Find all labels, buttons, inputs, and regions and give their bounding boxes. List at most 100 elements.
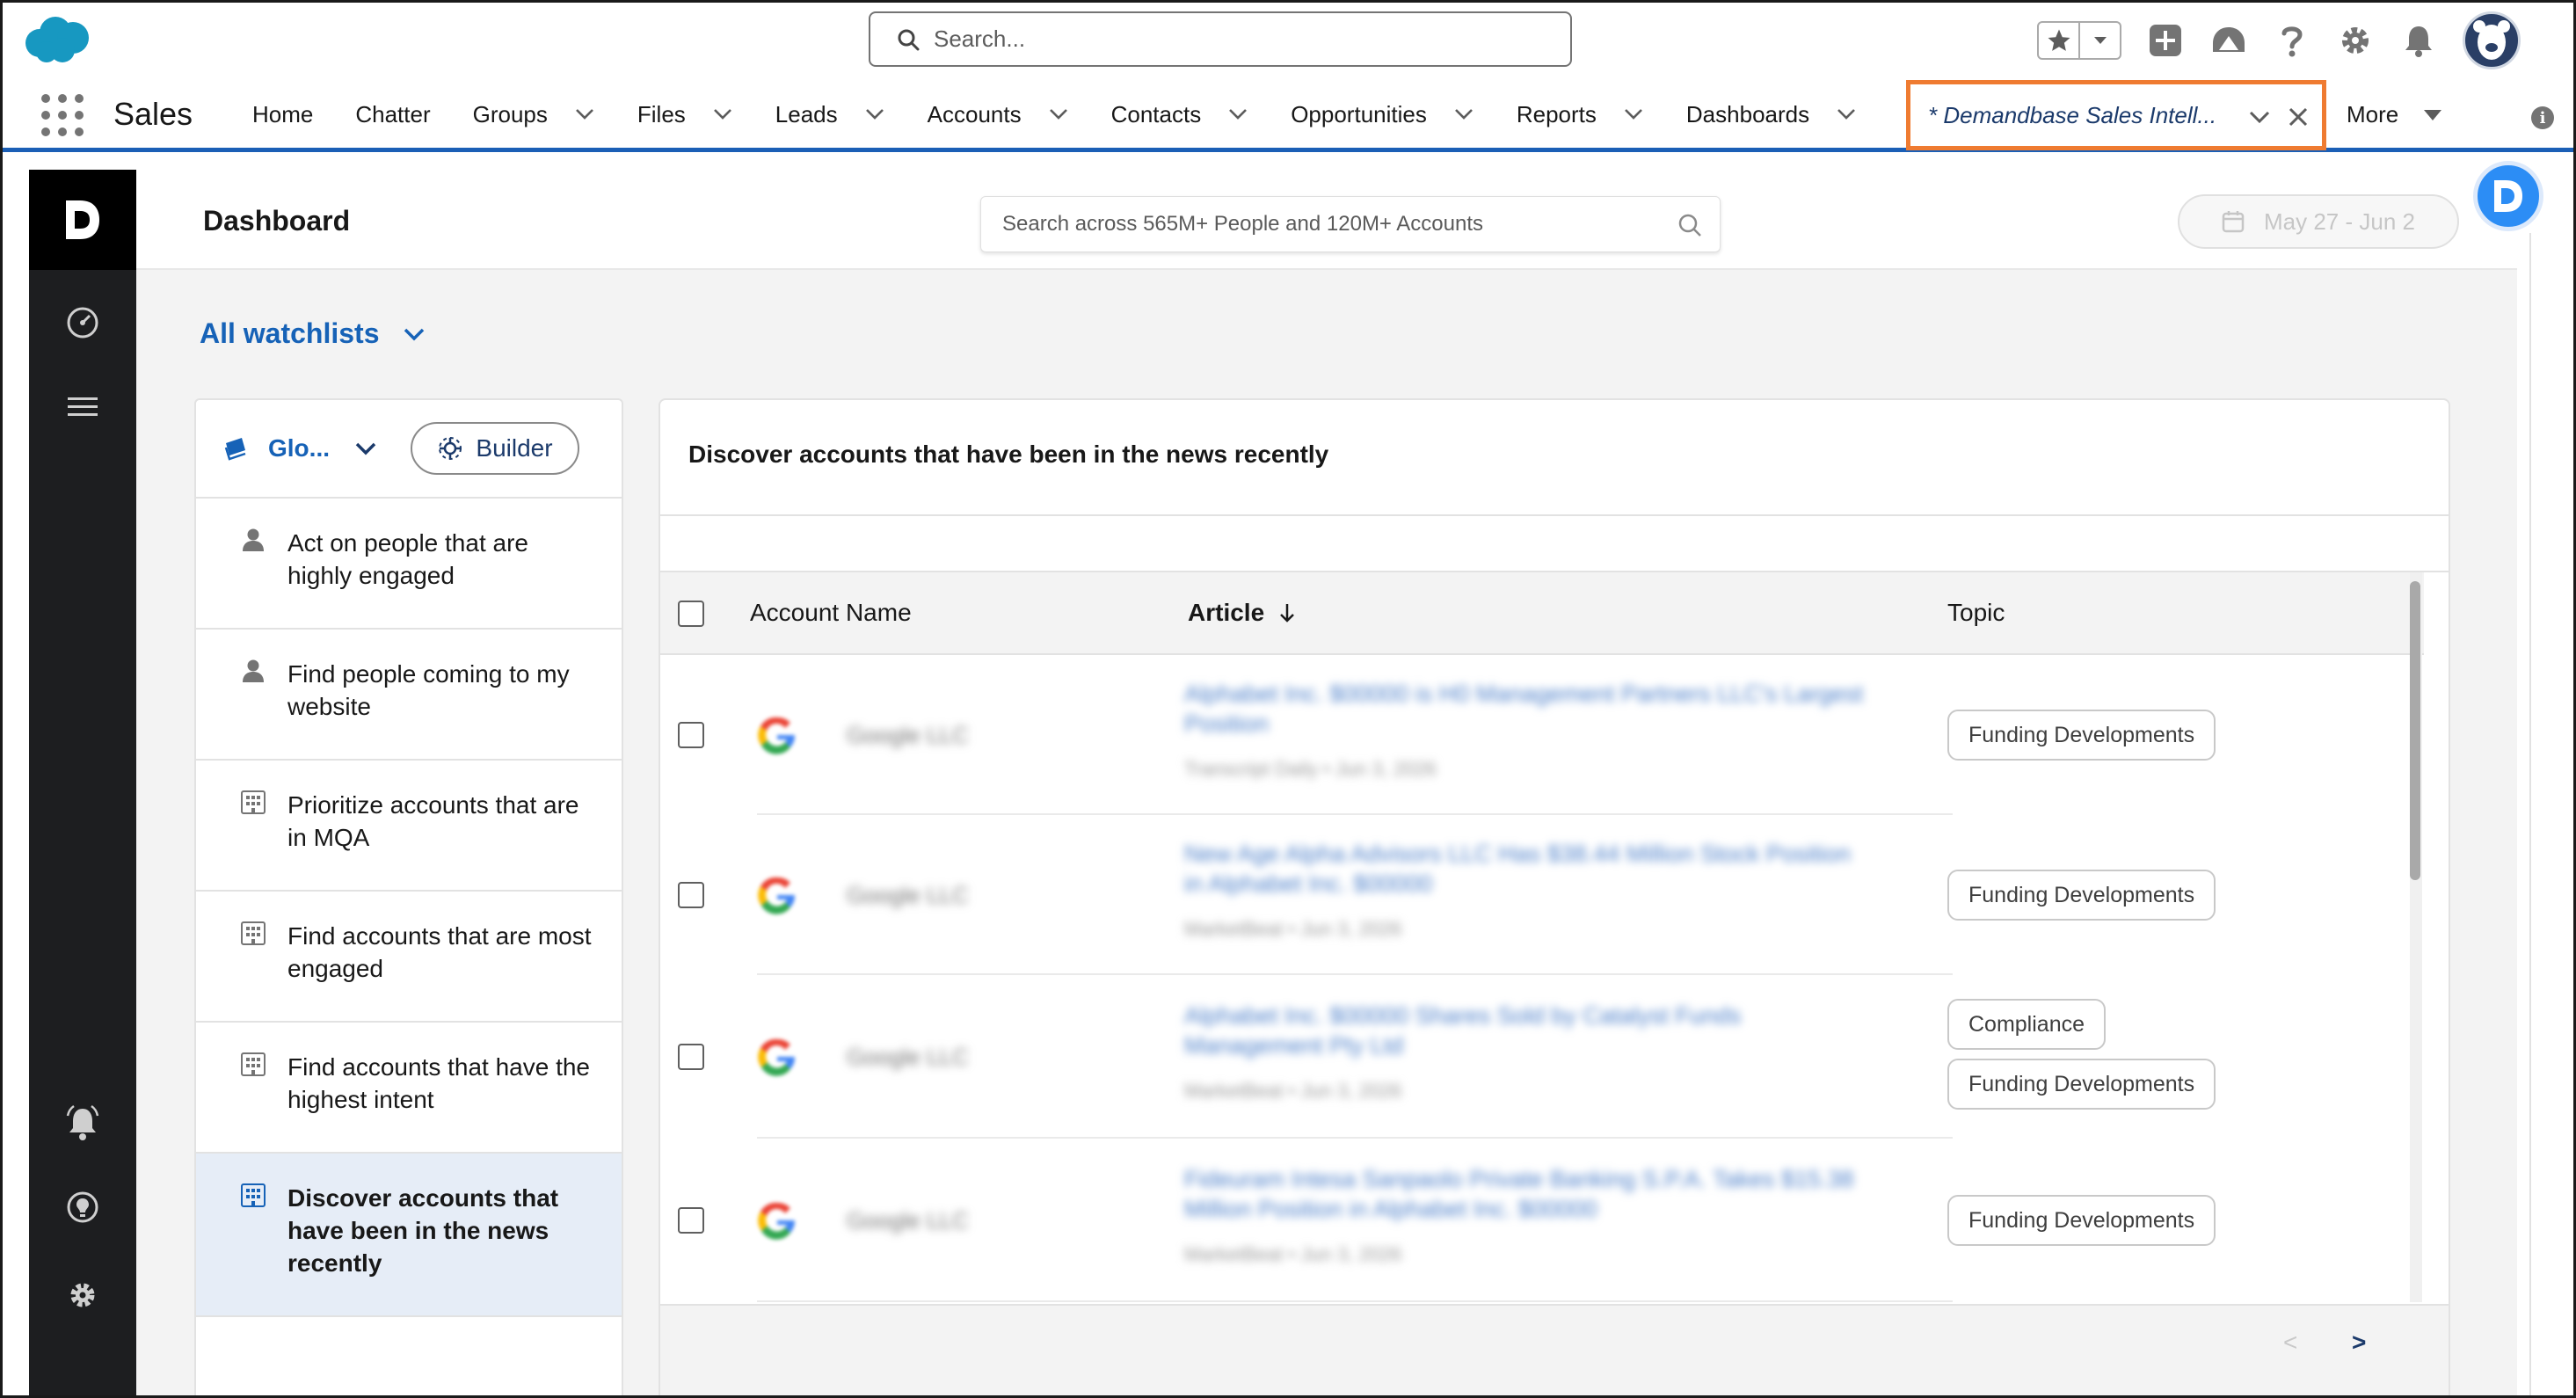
row-checkbox[interactable] xyxy=(678,882,704,908)
watchlists-dropdown[interactable]: All watchlists xyxy=(200,317,426,350)
app-launcher-grid-icon[interactable] xyxy=(41,94,84,136)
insights-bulb-icon[interactable] xyxy=(65,1190,100,1225)
nav-more-menu[interactable]: More xyxy=(2347,101,2442,128)
tab-demandbase-sales-intelligence[interactable]: * Demandbase Sales Intell... xyxy=(1906,80,2326,150)
notifications-bell-icon[interactable] xyxy=(2399,21,2438,60)
chevron-down-icon[interactable] xyxy=(1048,107,1069,121)
account-name[interactable]: Google LLC xyxy=(847,882,969,909)
article-source-meta: MarketBeat • Jun 3, 2026 xyxy=(1184,1080,1402,1102)
nav-item-files[interactable]: Files xyxy=(637,101,733,128)
topic-badge[interactable]: Compliance xyxy=(1947,999,2107,1050)
chevron-down-icon[interactable] xyxy=(712,107,733,121)
user-avatar[interactable] xyxy=(2463,11,2521,69)
menu-icon[interactable] xyxy=(65,390,100,425)
star-icon[interactable] xyxy=(2039,23,2078,58)
playbook-item[interactable]: Find people coming to my website xyxy=(196,630,622,761)
favorites-group xyxy=(2037,21,2121,60)
topic-badge[interactable]: Funding Developments xyxy=(1947,710,2216,761)
nav-item-leads[interactable]: Leads xyxy=(775,101,885,128)
topic-badge[interactable]: Funding Developments xyxy=(1947,870,2216,921)
row-checkbox[interactable] xyxy=(678,1207,704,1234)
nav-item-opportunities[interactable]: Opportunities xyxy=(1291,101,1474,128)
people-accounts-search-input[interactable]: Search across 565M+ People and 120M+ Acc… xyxy=(980,196,1721,252)
setup-gear-icon[interactable] xyxy=(2336,21,2375,60)
global-header: Search... xyxy=(3,3,2573,80)
chevron-down-icon[interactable] xyxy=(574,107,595,121)
account-name[interactable]: Google LLC xyxy=(847,722,969,749)
account-name[interactable]: Google LLC xyxy=(847,1044,969,1071)
column-header-topic[interactable]: Topic xyxy=(1947,599,2005,627)
article-title-link[interactable]: Fideuram Intesa Sanpaolo Private Banking… xyxy=(1184,1164,1870,1224)
dashboard-speedometer-icon[interactable] xyxy=(65,305,100,340)
alerts-bell-icon[interactable] xyxy=(65,1104,100,1140)
article-title-link[interactable]: New Age Alpha Advisors LLC Has $38.44 Mi… xyxy=(1184,839,1870,899)
global-actions-plus-icon[interactable] xyxy=(2146,21,2185,60)
nav-item-accounts[interactable]: Accounts xyxy=(928,101,1069,128)
nav-item-home[interactable]: Home xyxy=(252,101,313,128)
chevron-down-icon[interactable] xyxy=(1623,107,1644,121)
playbook-item[interactable]: Find accounts that have the highest inte… xyxy=(196,1023,622,1154)
person-icon xyxy=(243,528,264,551)
column-header-article[interactable]: Article xyxy=(1188,599,1296,627)
playbook-item-label: Find people coming to my website xyxy=(287,660,570,720)
nav-item-contacts[interactable]: Contacts xyxy=(1111,101,1249,128)
close-icon[interactable] xyxy=(2287,106,2310,128)
page-scrollbar[interactable] xyxy=(2529,233,2545,1395)
playbook-list: Act on people that are highly engaged Fin… xyxy=(196,499,622,1317)
demandbase-d-logo-icon xyxy=(66,200,99,239)
chevron-down-icon[interactable] xyxy=(2248,109,2271,125)
favorites-menu-caret-icon[interactable] xyxy=(2078,23,2120,58)
salesforce-cloud-icon[interactable] xyxy=(20,13,96,66)
account-name[interactable]: Google LLC xyxy=(847,1207,969,1234)
demandbase-logo[interactable] xyxy=(29,170,136,270)
global-search-input[interactable]: Search... xyxy=(869,11,1572,67)
table-scrollbar-thumb[interactable] xyxy=(2410,581,2420,880)
nav-item-label: Reports xyxy=(1516,100,1597,127)
playbook-item[interactable]: Discover accounts that have been in the … xyxy=(196,1154,622,1317)
chevron-down-icon[interactable] xyxy=(1836,107,1857,121)
article-title-link[interactable]: Alphabet Inc. $00000 is H0 Management Pa… xyxy=(1184,679,1870,739)
chevron-down-icon[interactable] xyxy=(354,441,377,456)
pagination-prev-button[interactable]: < xyxy=(2283,1329,2297,1357)
nav-item-reports[interactable]: Reports xyxy=(1517,101,1644,128)
playbook-selector-label[interactable]: Glo... xyxy=(268,434,330,462)
playbook-item[interactable]: Act on people that are highly engaged xyxy=(196,499,622,630)
builder-button[interactable]: Builder xyxy=(411,422,579,475)
table-header: Account Name Article Topic xyxy=(660,572,2424,655)
info-icon[interactable]: i xyxy=(2531,106,2554,129)
table-row[interactable]: Google LLC Alphabet Inc. $00000 Shares So… xyxy=(660,975,2424,1139)
select-all-checkbox[interactable] xyxy=(678,601,704,627)
nav-item-label: Contacts xyxy=(1110,100,1202,127)
playbook-item[interactable]: Find accounts that are most engaged xyxy=(196,892,622,1023)
table-row[interactable]: Google LLC New Age Alpha Advisors LLC Has… xyxy=(660,815,2424,975)
active-tab-label: * Demandbase Sales Intell... xyxy=(1928,101,2217,128)
help-icon[interactable] xyxy=(2273,21,2311,60)
row-checkbox[interactable] xyxy=(678,1044,704,1070)
global-search-placeholder: Search... xyxy=(934,25,1026,52)
chevron-down-icon[interactable] xyxy=(1453,107,1474,121)
chevron-down-icon[interactable] xyxy=(864,107,885,121)
row-checkbox[interactable] xyxy=(678,722,704,748)
topic-badge[interactable]: Funding Developments xyxy=(1947,1059,2216,1110)
caret-down-icon xyxy=(2424,109,2442,120)
trailhead-icon[interactable] xyxy=(2209,21,2248,60)
topic-badge[interactable]: Funding Developments xyxy=(1947,1195,2216,1246)
article-title-link[interactable]: Alphabet Inc. $00000 Shares Sold by Cata… xyxy=(1184,1001,1870,1060)
playbook-item[interactable]: Prioritize accounts that are in MQA xyxy=(196,761,622,892)
column-header-account[interactable]: Account Name xyxy=(750,599,912,627)
person-icon xyxy=(243,659,264,682)
dashboard-topbar: Dashboard Search across 565M+ People and… xyxy=(136,170,2517,270)
table-row[interactable]: Google LLC Fideuram Intesa Sanpaolo Priva… xyxy=(660,1139,2424,1302)
table-row[interactable]: Google LLC Alphabet Inc. $00000 is H0 Man… xyxy=(660,655,2424,815)
settings-gear-icon[interactable] xyxy=(65,1278,100,1313)
demandbase-badge[interactable] xyxy=(2473,161,2543,231)
nav-item-chatter[interactable]: Chatter xyxy=(355,101,430,128)
nav-item-groups[interactable]: Groups xyxy=(473,101,595,128)
header-actions xyxy=(2037,11,2521,69)
nav-item-dashboards[interactable]: Dashboards xyxy=(1686,101,1857,128)
pagination-next-button[interactable]: > xyxy=(2352,1329,2366,1357)
date-range-picker[interactable]: May 27 - Jun 2 xyxy=(2178,194,2459,249)
building-icon xyxy=(241,921,266,945)
company-logo-icon xyxy=(755,713,799,757)
chevron-down-icon[interactable] xyxy=(1227,107,1248,121)
